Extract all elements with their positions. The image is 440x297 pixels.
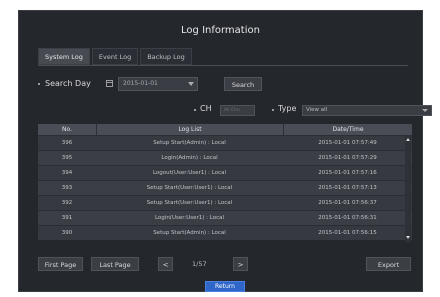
tab-divider: [38, 65, 408, 66]
row-no: 396: [61, 140, 73, 146]
last-page-button[interactable]: Last Page: [91, 257, 139, 271]
chevron-down-icon: [422, 109, 428, 112]
ch-select[interactable]: All Chn: [220, 105, 255, 116]
row-date: 2015-01-01 07:57:29: [318, 155, 377, 161]
row-date: 2015-01-01 07:57:16: [318, 170, 377, 176]
search-button[interactable]: Search: [224, 77, 262, 91]
type-label: Type: [278, 104, 297, 113]
row-log: Setup Start(Admin) : Local: [153, 140, 226, 146]
tab-backup-log[interactable]: Backup Log: [140, 48, 192, 65]
row-log: Login(User:User1) : Local: [154, 215, 225, 221]
row-date: 2015-01-01 07:56:15: [318, 230, 377, 236]
table-row[interactable]: 395 Login(Admin) : Local 2015-01-01 07:5…: [38, 150, 412, 165]
row-no: 390: [61, 230, 73, 236]
chevron-down-icon: [188, 82, 194, 86]
search-row: Search Day 2015-01-01 Search: [38, 77, 408, 91]
bullet-icon: [272, 109, 274, 111]
header-no: No.: [62, 126, 72, 133]
tab-event-log[interactable]: Event Log: [91, 48, 139, 65]
filter-row: CH All Chn Type View all: [38, 104, 432, 116]
scroll-up-icon[interactable]: [406, 138, 410, 141]
log-tabs: System Log Event Log Backup Log: [38, 48, 192, 65]
table-row[interactable]: 392 Setup Start(User:User1) : Local 2015…: [38, 195, 412, 210]
export-button[interactable]: Export: [366, 257, 411, 271]
row-date: 2015-01-01 07:56:37: [318, 200, 377, 206]
return-button[interactable]: Return: [205, 281, 245, 292]
row-date: 2015-01-01 07:57:13: [318, 185, 377, 191]
row-no: 395: [61, 155, 73, 161]
search-day-label: Search Day: [45, 79, 91, 88]
row-date: 2015-01-01 07:56:31: [318, 215, 377, 221]
table-header: No. Log List Date/Time: [38, 124, 412, 135]
row-log: Setup Start(User:User1) : Local: [146, 185, 233, 191]
table-body: 396 Setup Start(Admin) : Local 2015-01-0…: [38, 135, 412, 240]
row-log: Login(Admin) : Local: [161, 155, 218, 161]
row-date: 2015-01-01 07:57:49: [318, 140, 377, 146]
row-log: Logout(User:User1) : Local: [152, 170, 227, 176]
row-no: 394: [61, 170, 73, 176]
search-date-field[interactable]: 2015-01-01: [118, 77, 198, 91]
calendar-icon[interactable]: [106, 80, 113, 87]
log-information-dialog: Log Information System Log Event Log Bac…: [18, 10, 432, 292]
table-row[interactable]: 394 Logout(User:User1) : Local 2015-01-0…: [38, 165, 412, 180]
bullet-icon: [194, 109, 196, 111]
first-page-button[interactable]: First Page: [38, 257, 83, 271]
ch-label: CH: [200, 104, 212, 113]
row-no: 392: [61, 200, 73, 206]
prev-page-button[interactable]: <: [158, 257, 173, 271]
next-page-button[interactable]: >: [233, 257, 248, 271]
table-scrollbar[interactable]: [405, 135, 411, 242]
header-log-list: Log List: [96, 124, 283, 135]
pager-row: First Page Last Page < 1/57 > Export: [38, 257, 412, 271]
table-row[interactable]: 391 Login(User:User1) : Local 2015-01-01…: [38, 210, 412, 225]
row-log: Setup Start(Admin) : Local: [153, 230, 226, 236]
table-row[interactable]: 396 Setup Start(Admin) : Local 2015-01-0…: [38, 135, 412, 150]
row-no: 393: [61, 185, 73, 191]
type-select[interactable]: View all: [302, 105, 432, 116]
dialog-title: Log Information: [181, 25, 260, 36]
bullet-icon: [38, 83, 40, 85]
table-row[interactable]: 390 Setup Start(Admin) : Local 2015-01-0…: [38, 225, 412, 240]
type-select-value: View all: [306, 107, 328, 113]
header-date-time: Date/Time: [283, 124, 412, 135]
table-row[interactable]: 393 Setup Start(User:User1) : Local 2015…: [38, 180, 412, 195]
page-indicator: 1/57: [192, 260, 207, 268]
search-date-value: 2015-01-01: [123, 80, 158, 87]
row-log: Setup Start(User:User1) : Local: [146, 200, 233, 206]
log-table: No. Log List Date/Time 396 Setup Start(A…: [38, 124, 412, 240]
row-no: 391: [61, 215, 73, 221]
tab-system-log[interactable]: System Log: [38, 48, 90, 65]
scroll-down-icon[interactable]: [406, 236, 410, 239]
